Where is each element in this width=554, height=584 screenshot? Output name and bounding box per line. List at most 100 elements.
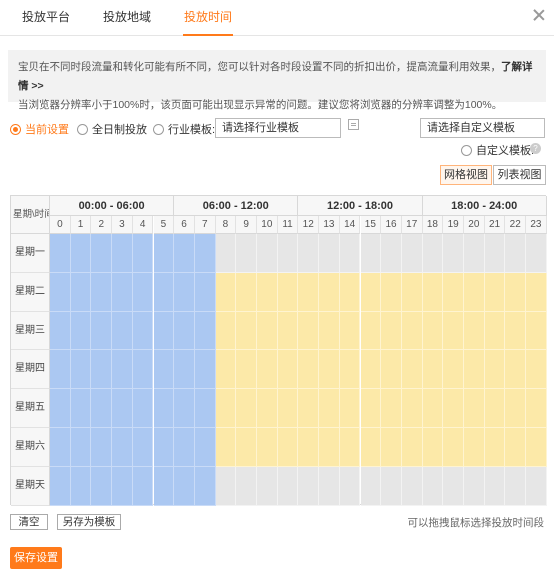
time-slot-cell[interactable] — [360, 350, 382, 390]
hour-header[interactable]: 15 — [360, 216, 382, 234]
time-slot-cell[interactable] — [339, 428, 361, 467]
time-slot-cell[interactable] — [360, 389, 382, 428]
time-slot-cell[interactable] — [194, 272, 216, 312]
help-icon[interactable]: ? — [530, 143, 541, 154]
time-slot-cell[interactable] — [443, 234, 464, 273]
time-slot-cell[interactable] — [526, 389, 547, 428]
time-slot-cell[interactable] — [112, 466, 133, 506]
time-slot-cell[interactable] — [277, 272, 299, 312]
time-slot-cell[interactable] — [153, 234, 175, 273]
time-slot-cell[interactable] — [70, 466, 92, 506]
time-slot-cell[interactable] — [505, 350, 527, 390]
time-slot-cell[interactable] — [70, 272, 92, 312]
list-view-button[interactable]: 列表视图 — [493, 165, 546, 185]
time-slot-cell[interactable] — [112, 272, 133, 312]
time-slot-cell[interactable] — [112, 234, 133, 273]
hour-header[interactable]: 4 — [132, 216, 154, 234]
hour-header[interactable]: 21 — [484, 216, 506, 234]
time-slot-cell[interactable] — [70, 389, 92, 428]
time-slot-cell[interactable] — [194, 350, 216, 390]
tab-platform[interactable]: 投放平台 — [22, 0, 70, 36]
time-slot-cell[interactable] — [422, 350, 444, 390]
time-slot-cell[interactable] — [215, 311, 237, 351]
time-slot-cell[interactable] — [236, 428, 257, 467]
time-slot-cell[interactable] — [174, 311, 195, 351]
hour-header[interactable]: 8 — [215, 216, 237, 234]
time-slot-cell[interactable] — [339, 389, 361, 428]
time-slot-cell[interactable] — [215, 389, 237, 428]
time-slot-cell[interactable] — [381, 466, 402, 506]
time-slot-cell[interactable] — [484, 350, 506, 390]
time-slot-cell[interactable] — [174, 234, 195, 273]
time-slot-cell[interactable] — [132, 234, 154, 273]
hour-header[interactable]: 20 — [464, 216, 485, 234]
time-slot-cell[interactable] — [174, 272, 195, 312]
time-slot-cell[interactable] — [257, 350, 278, 390]
time-slot-cell[interactable] — [319, 466, 340, 506]
day-row-label[interactable]: 星期五 — [11, 389, 50, 428]
time-slot-cell[interactable] — [319, 350, 340, 390]
time-slot-cell[interactable] — [505, 234, 527, 273]
time-slot-cell[interactable] — [464, 389, 485, 428]
day-row-label[interactable]: 星期二 — [11, 272, 50, 312]
time-slot-cell[interactable] — [70, 428, 92, 467]
time-slot-cell[interactable] — [257, 234, 278, 273]
template-manage-icon[interactable] — [348, 119, 359, 130]
hour-header[interactable]: 14 — [339, 216, 361, 234]
time-slot-cell[interactable] — [526, 428, 547, 467]
time-slot-cell[interactable] — [443, 272, 464, 312]
time-slot-cell[interactable] — [298, 389, 320, 428]
time-slot-cell[interactable] — [464, 311, 485, 351]
hour-header[interactable]: 9 — [236, 216, 257, 234]
time-slot-cell[interactable] — [484, 311, 506, 351]
time-slot-cell[interactable] — [277, 466, 299, 506]
time-slot-cell[interactable] — [50, 389, 71, 428]
industry-template-select[interactable]: 请选择行业模板 — [215, 118, 341, 138]
time-slot-cell[interactable] — [484, 428, 506, 467]
grid-view-button[interactable]: 网格视图 — [440, 165, 492, 185]
time-slot-cell[interactable] — [236, 234, 257, 273]
time-slot-cell[interactable] — [174, 466, 195, 506]
time-slot-cell[interactable] — [70, 234, 92, 273]
hour-header[interactable]: 5 — [153, 216, 175, 234]
time-slot-cell[interactable] — [443, 350, 464, 390]
hour-header[interactable]: 0 — [50, 216, 71, 234]
time-slot-cell[interactable] — [422, 234, 444, 273]
time-slot-cell[interactable] — [236, 389, 257, 428]
time-slot-cell[interactable] — [360, 428, 382, 467]
hour-header[interactable]: 23 — [526, 216, 547, 234]
time-slot-cell[interactable] — [153, 272, 175, 312]
time-slot-cell[interactable] — [277, 234, 299, 273]
time-slot-cell[interactable] — [132, 428, 154, 467]
time-slot-cell[interactable] — [298, 234, 320, 273]
time-slot-cell[interactable] — [257, 311, 278, 351]
radio-current-setting[interactable]: 当前设置 — [10, 121, 69, 137]
time-slot-cell[interactable] — [360, 466, 382, 506]
hour-header[interactable]: 2 — [91, 216, 113, 234]
time-slot-cell[interactable] — [50, 311, 71, 351]
day-row-label[interactable]: 星期三 — [11, 311, 50, 351]
time-slot-cell[interactable] — [319, 234, 340, 273]
time-slot-cell[interactable] — [526, 350, 547, 390]
day-row-label[interactable]: 星期六 — [11, 428, 50, 467]
time-slot-cell[interactable] — [153, 466, 175, 506]
time-slot-cell[interactable] — [505, 272, 527, 312]
time-slot-cell[interactable] — [401, 428, 423, 467]
time-slot-cell[interactable] — [91, 311, 113, 351]
time-slot-cell[interactable] — [215, 350, 237, 390]
time-slot-cell[interactable] — [319, 311, 340, 351]
time-slot-cell[interactable] — [339, 350, 361, 390]
tab-region[interactable]: 投放地域 — [103, 0, 151, 36]
hour-header[interactable]: 18 — [422, 216, 444, 234]
time-slot-cell[interactable] — [112, 428, 133, 467]
time-slot-cell[interactable] — [91, 272, 113, 312]
time-slot-cell[interactable] — [381, 350, 402, 390]
time-slot-cell[interactable] — [484, 234, 506, 273]
time-slot-cell[interactable] — [194, 234, 216, 273]
time-slot-cell[interactable] — [112, 389, 133, 428]
time-slot-cell[interactable] — [443, 389, 464, 428]
hour-header[interactable]: 7 — [194, 216, 216, 234]
time-slot-cell[interactable] — [194, 389, 216, 428]
time-slot-cell[interactable] — [236, 466, 257, 506]
time-slot-cell[interactable] — [319, 428, 340, 467]
